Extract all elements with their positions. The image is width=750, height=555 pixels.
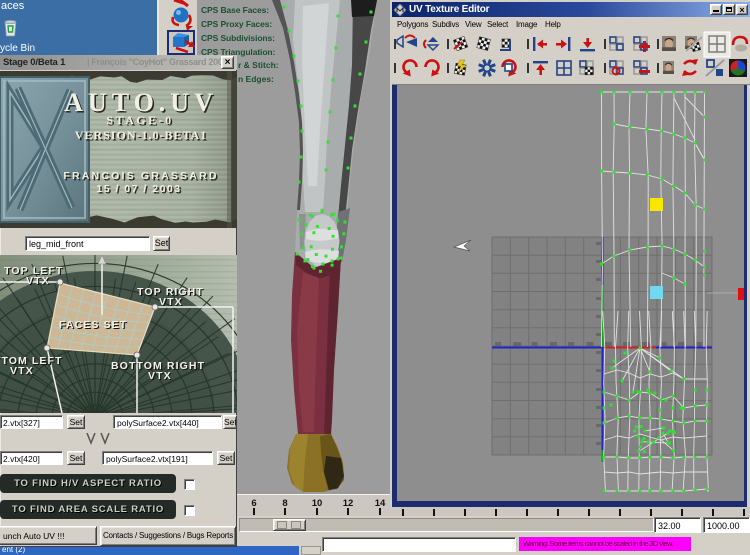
svg-text:12: 12 [343,498,354,509]
svg-text:VTX: VTX [159,296,183,308]
svg-text:6: 6 [251,498,256,509]
svg-text:10: 10 [312,498,323,509]
svg-text:VTX: VTX [10,365,34,377]
svg-text:15 / 07 / 2003: 15 / 07 / 2003 [96,183,181,195]
svg-text:VERSION-1.0-BETA1: VERSION-1.0-BETA1 [75,128,207,142]
svg-text:FACES SET: FACES SET [59,319,127,331]
svg-text:VTX: VTX [148,370,172,382]
svg-text:FRANCOIS GRASSARD: FRANCOIS GRASSARD [63,170,218,182]
svg-text:14: 14 [375,498,386,509]
svg-text:STAGE-0: STAGE-0 [106,113,173,127]
svg-text:8: 8 [282,498,287,509]
svg-text:VTX: VTX [26,275,50,287]
